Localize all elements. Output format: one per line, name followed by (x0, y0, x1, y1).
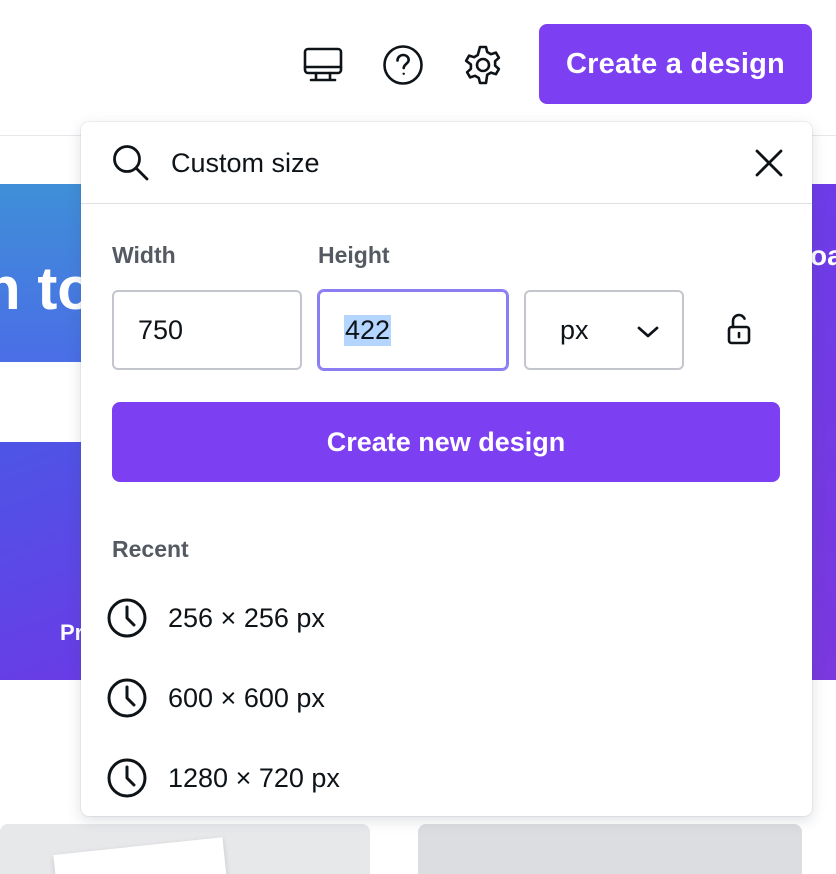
width-label: Width (112, 242, 176, 268)
recent-heading: Recent (112, 536, 189, 562)
design-thumbnail[interactable] (418, 824, 802, 874)
height-field[interactable]: 422 (318, 290, 508, 370)
width-value: 750 (138, 314, 184, 345)
search-input[interactable] (171, 142, 731, 184)
hero-banner-text: n to (0, 255, 94, 322)
clock-icon (105, 676, 149, 720)
design-thumbnail[interactable] (0, 824, 370, 874)
chevron-down-icon (636, 315, 660, 346)
custom-size-panel: Width Height 750 422 px Create new desig… (81, 122, 812, 816)
promo-banner-text: oa (810, 240, 836, 271)
unlock-icon[interactable] (724, 311, 754, 347)
template-card-title: Pr (60, 620, 84, 645)
clock-icon (105, 756, 149, 800)
monitor-icon[interactable] (302, 44, 344, 86)
recent-item-label: 256 × 256 px (168, 602, 325, 633)
clock-icon (105, 596, 149, 640)
search-icon (111, 143, 151, 183)
height-value: 422 (344, 314, 392, 346)
recent-item[interactable]: 256 × 256 px (105, 588, 765, 648)
height-label: Height (318, 242, 390, 268)
recent-item[interactable]: 600 × 600 px (105, 668, 765, 728)
close-icon[interactable] (749, 143, 789, 183)
unit-value: px (560, 314, 589, 345)
help-icon[interactable] (382, 44, 424, 86)
recent-item[interactable]: 1280 × 720 px (105, 748, 765, 808)
recent-item-label: 600 × 600 px (168, 682, 325, 713)
thumbnail-preview (53, 837, 229, 874)
recent-item-label: 1280 × 720 px (168, 762, 340, 793)
unit-select[interactable]: px (524, 290, 684, 370)
search-bar (81, 122, 812, 204)
create-design-button[interactable]: Create a design (539, 24, 812, 104)
settings-icon[interactable] (462, 44, 504, 86)
width-field[interactable]: 750 (112, 290, 302, 370)
top-bar: Create a design (0, 0, 836, 136)
create-new-design-button[interactable]: Create new design (112, 402, 780, 482)
